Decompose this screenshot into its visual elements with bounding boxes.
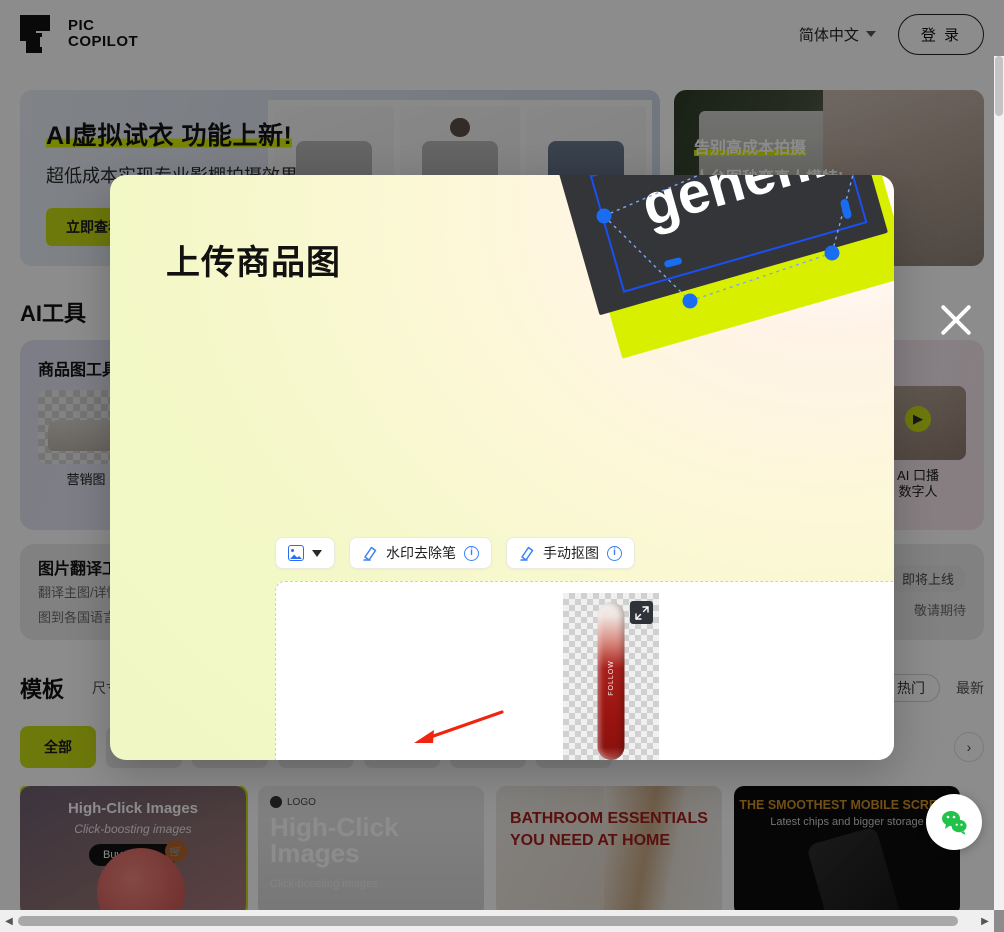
image-icon: [288, 545, 304, 561]
modal-title: 上传商品图: [166, 244, 341, 282]
expand-glyph: [634, 605, 649, 620]
vertical-scrollbar-thumb[interactable]: [995, 56, 1003, 116]
handle-dot-icon: [682, 293, 698, 309]
scroll-left-arrow-icon[interactable]: ◀: [0, 916, 18, 927]
wechat-icon[interactable]: [926, 794, 982, 850]
watermark-eraser-label: 水印去除笔: [386, 545, 456, 561]
eraser-icon: [363, 546, 377, 561]
manual-cutout-button[interactable]: 手动抠图 i: [506, 537, 635, 569]
image-source-select[interactable]: [275, 537, 335, 569]
info-icon[interactable]: i: [607, 545, 622, 561]
decoration-artwork: gener...: [558, 175, 894, 359]
uploaded-image-preview[interactable]: FOLLOW: [563, 593, 659, 760]
handle-bar-icon: [840, 199, 852, 219]
chevron-down-icon: [312, 549, 322, 557]
manual-cutout-label: 手动抠图: [543, 545, 599, 561]
scroll-right-arrow-icon[interactable]: ▶: [976, 916, 994, 927]
decoration-text: gener...: [635, 175, 848, 239]
expand-icon[interactable]: [630, 601, 653, 624]
close-icon[interactable]: [934, 298, 978, 342]
handle-dot-icon: [596, 208, 612, 224]
info-icon[interactable]: i: [464, 545, 479, 561]
product-image: FOLLOW: [597, 602, 625, 760]
wechat-glyph: [942, 811, 967, 835]
watermark-eraser-button[interactable]: 水印去除笔 i: [349, 537, 492, 569]
handle-bar-icon: [664, 257, 682, 268]
upload-dropzone[interactable]: FOLLOW ✕: [275, 581, 894, 760]
horizontal-scrollbar-thumb[interactable]: [18, 916, 958, 926]
annotation-arrow-icon: [414, 710, 504, 743]
vertical-scrollbar[interactable]: [994, 56, 1004, 910]
upload-product-image-modal: gener... 上传商品图 水印去除笔 i 手动抠图 i FOLLOW: [110, 175, 894, 760]
modal-toolbar: 水印去除笔 i 手动抠图 i: [275, 537, 635, 569]
product-image-text: FOLLOW: [607, 660, 615, 696]
horizontal-scrollbar[interactable]: ◀ ▶: [0, 910, 994, 932]
handle-dot-icon: [824, 245, 840, 261]
eraser-icon: [520, 546, 534, 561]
